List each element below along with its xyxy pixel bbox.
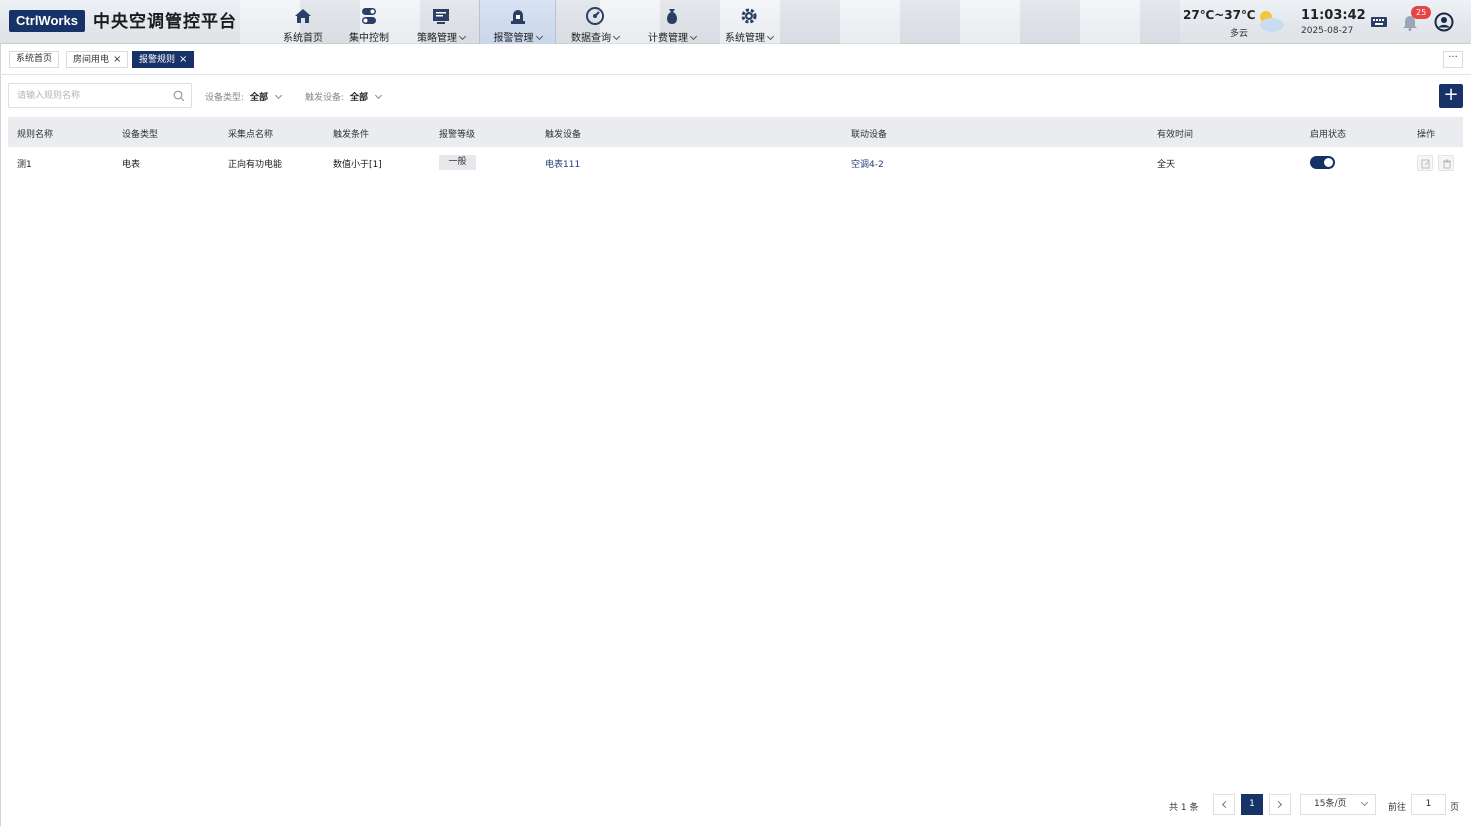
close-icon[interactable]: × xyxy=(113,54,121,65)
cell-rule-name: 测1 xyxy=(17,160,32,170)
edit-button[interactable] xyxy=(1417,155,1433,171)
trigger-device-value: 全部 xyxy=(350,93,369,103)
rule-search xyxy=(8,83,192,108)
chevron-down-icon xyxy=(535,32,543,41)
chevron-left-icon xyxy=(1221,800,1230,809)
edit-icon xyxy=(1421,159,1430,169)
nav-item-home[interactable]: 系统首页 xyxy=(272,0,334,44)
goto-label: 前往 xyxy=(1388,803,1407,813)
column-header: 有效时间 xyxy=(1157,130,1194,140)
app-title: 中央空调管控平台 xyxy=(93,12,237,32)
gear-icon xyxy=(741,8,757,24)
weather-temp: 27℃~37℃ xyxy=(1183,8,1256,22)
column-header: 采集点名称 xyxy=(228,130,274,140)
cell-valid-time: 全天 xyxy=(1157,160,1176,170)
column-header: 启用状态 xyxy=(1310,130,1347,140)
strategy-icon xyxy=(433,9,449,24)
nav-label: 系统首页 xyxy=(283,33,323,44)
column-header: 联动设备 xyxy=(851,130,888,140)
column-header: 设备类型 xyxy=(122,130,159,140)
delete-button[interactable] xyxy=(1438,155,1454,171)
device-type-select[interactable]: 设备类型: 全部 xyxy=(205,90,283,103)
cell-trigger-device[interactable]: 电表111 xyxy=(545,157,580,170)
nav-label: 数据查询 xyxy=(571,33,611,44)
keyboard-icon[interactable] xyxy=(1369,12,1389,32)
tab-room-power[interactable]: 房间用电 × xyxy=(66,51,129,68)
frame-border xyxy=(0,44,1,826)
nav-item-alarm[interactable]: 报警管理 xyxy=(479,0,556,44)
page-size-select[interactable]: 15条/页 xyxy=(1300,794,1376,815)
notification-badge: 25 xyxy=(1411,6,1432,19)
add-rule-button[interactable]: + xyxy=(1439,84,1463,108)
user-avatar-icon[interactable] xyxy=(1434,12,1454,32)
money-bag-icon xyxy=(667,9,677,24)
tab-label: 房间用电 xyxy=(73,55,110,65)
nav-item-data-query[interactable]: 数据查询 xyxy=(560,0,630,44)
table-header: 规则名称 设备类型 采集点名称 触发条件 报警等级 触发设备 联动设备 有效时间… xyxy=(8,117,1463,147)
gauge-icon xyxy=(586,7,604,25)
prev-page-button[interactable] xyxy=(1213,794,1235,815)
tab-home[interactable]: 系统首页 xyxy=(9,51,60,68)
nav-item-system[interactable]: 系统管理 xyxy=(714,0,784,44)
goto-page-input[interactable]: 1 xyxy=(1411,794,1446,815)
column-header: 规则名称 xyxy=(17,130,54,140)
column-header: 触发条件 xyxy=(333,130,370,140)
trash-icon xyxy=(1443,159,1451,169)
tab-label: 报警规则 xyxy=(139,55,176,65)
home-icon xyxy=(295,9,311,23)
clock-time: 11:03:42 xyxy=(1301,8,1366,23)
column-header: 触发设备 xyxy=(545,130,582,140)
alarm-icon xyxy=(510,10,525,24)
cell-condition: 数值小于[1] xyxy=(333,160,382,170)
chevron-down-icon xyxy=(375,91,383,100)
chevron-down-icon xyxy=(458,32,467,41)
nav-label: 系统管理 xyxy=(725,33,765,44)
weather-desc: 多云 xyxy=(1230,29,1249,39)
nav-label: 集中控制 xyxy=(349,33,389,44)
top-header: CtrlWorks 中央空调管控平台 系统首页 集中控制 策略管理 报警管理 数… xyxy=(0,0,1471,44)
chevron-down-icon xyxy=(275,91,283,100)
tab-alarm-rules[interactable]: 报警规则 × xyxy=(132,51,195,68)
column-header: 报警等级 xyxy=(439,130,476,140)
chevron-down-icon xyxy=(766,32,775,41)
device-type-label: 设备类型: xyxy=(205,93,245,103)
search-icon[interactable] xyxy=(173,90,185,102)
chevron-down-icon xyxy=(1360,798,1369,807)
chevron-down-icon xyxy=(689,32,698,41)
enable-toggle[interactable] xyxy=(1310,156,1335,169)
page-number-button[interactable]: 1 xyxy=(1241,794,1263,815)
tab-label: 系统首页 xyxy=(16,54,53,64)
cell-device-type: 电表 xyxy=(122,160,141,170)
nav-item-billing[interactable]: 计费管理 xyxy=(637,0,707,44)
nav-label: 报警管理 xyxy=(493,33,534,44)
table-row: 测1 电表 正向有功电能 数值小于[1] 一般 电表111 空调4-2 全天 xyxy=(8,147,1463,177)
trigger-device-select[interactable]: 触发设备: 全部 xyxy=(305,90,383,103)
alarm-level-tag: 一般 xyxy=(439,155,476,170)
nav-item-central-control[interactable]: 集中控制 xyxy=(338,0,400,44)
brand-logo: CtrlWorks xyxy=(9,10,85,32)
page-suffix: 页 xyxy=(1450,803,1460,813)
partly-cloudy-icon xyxy=(1260,11,1284,32)
nav-label: 计费管理 xyxy=(648,33,688,44)
chevron-down-icon xyxy=(612,32,621,41)
column-header: 操作 xyxy=(1417,130,1436,140)
pagination-total: 共 1 条 xyxy=(1169,803,1199,813)
cell-linked-device[interactable]: 空调4-2 xyxy=(851,157,884,170)
nav-label: 策略管理 xyxy=(417,33,457,44)
next-page-button[interactable] xyxy=(1269,794,1291,815)
cell-point-name: 正向有功电能 xyxy=(228,160,283,170)
device-type-value: 全部 xyxy=(250,93,269,103)
page-size-value: 15条/页 xyxy=(1314,799,1347,809)
chevron-right-icon xyxy=(1274,800,1283,809)
toggle-icon xyxy=(362,8,376,24)
rule-search-input[interactable] xyxy=(9,84,159,107)
nav-item-strategy[interactable]: 策略管理 xyxy=(404,0,478,44)
page-tabs: 系统首页 房间用电 × 报警规则 × ··· xyxy=(0,45,1471,75)
close-icon[interactable]: × xyxy=(179,54,187,65)
trigger-device-label: 触发设备: xyxy=(305,93,345,103)
clock-date: 2025-08-27 xyxy=(1301,26,1354,36)
tabs-more-button[interactable]: ··· xyxy=(1443,51,1463,68)
